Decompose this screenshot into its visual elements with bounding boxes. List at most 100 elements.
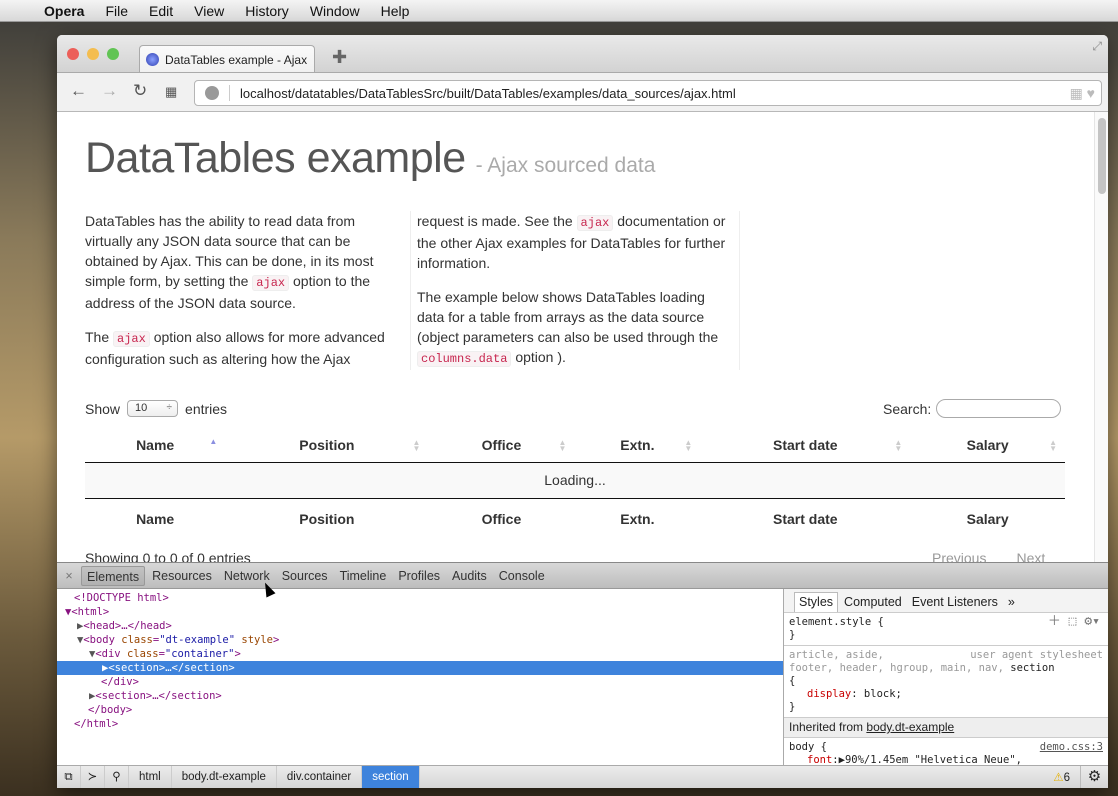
column-header-office[interactable]: Office ▲ ▼ [428, 429, 575, 463]
browser-tab[interactable]: DataTables example - Ajax [139, 45, 315, 73]
table-info: Showing 0 to 0 of 0 entries [85, 550, 251, 562]
sort-icon: ▲ ▼ [558, 438, 567, 453]
more-tabs-icon[interactable]: » [1004, 593, 1019, 612]
menu-window[interactable]: Window [310, 3, 360, 19]
mac-menubar: Opera File Edit View History Window Help [0, 0, 1118, 22]
search-control: Search: [883, 399, 1062, 418]
inherited-header: Inherited from body.dt-example [784, 718, 1108, 738]
bookmark-heart-icon[interactable]: ▦ ♥ [1070, 85, 1095, 102]
url-text: localhost/datatables/DataTablesSrc/built… [240, 85, 736, 101]
sort-icon: ▲ ▼ [684, 438, 693, 453]
breadcrumb-div[interactable]: div.container [277, 765, 363, 788]
breadcrumb-section[interactable]: section [362, 765, 420, 788]
menu-history[interactable]: History [245, 3, 289, 19]
page-scrollbar[interactable] [1094, 112, 1108, 562]
footer-office: Office [428, 497, 575, 539]
tab-profiles[interactable]: Profiles [393, 566, 445, 586]
warning-icon: ⚠ [1053, 772, 1064, 784]
next-button[interactable]: Next [1016, 550, 1045, 562]
footer-salary: Salary [910, 497, 1065, 539]
dom-tree: <!DOCTYPE html> ▼<html> ▶<head>…</head> … [57, 589, 783, 765]
forward-button[interactable]: → [101, 81, 118, 101]
breadcrumb-html[interactable]: html [129, 765, 172, 788]
code-ajax-link[interactable]: ajax [576, 215, 614, 231]
dom-node[interactable]: </body> [57, 703, 783, 717]
dom-node[interactable]: ▶<head>…</head> [57, 619, 783, 633]
back-button[interactable]: ← [70, 81, 87, 101]
sort-asc-icon: ▲ [209, 437, 218, 446]
tab-sources[interactable]: Sources [277, 566, 333, 586]
console-drawer-icon[interactable]: ≻ [81, 765, 105, 788]
browser-toolbar: ← → ↻ ▦ localhost/datatables/DataTablesS… [57, 72, 1108, 112]
paragraph: request is made. See the ajax documentat… [417, 213, 726, 271]
previous-button[interactable]: Previous [932, 550, 986, 562]
menu-app[interactable]: Opera [44, 3, 84, 19]
tab-timeline[interactable]: Timeline [335, 566, 392, 586]
page-content: DataTables example - Ajax sourced data Da… [57, 112, 1094, 562]
intro-column-2: request is made. See the ajax documentat… [410, 211, 740, 370]
tab-console[interactable]: Console [494, 566, 550, 586]
menu-view[interactable]: View [194, 3, 224, 19]
close-devtools-icon[interactable]: × [57, 569, 81, 583]
column-header-position[interactable]: Position ▲ ▼ [225, 429, 429, 463]
column-header-start-date[interactable]: Start date ▲ ▼ [700, 429, 911, 463]
dom-node-selected[interactable]: ▶<section>…</section> [57, 661, 783, 675]
page-subtitle: - Ajax sourced data [475, 154, 656, 177]
tab-event-listeners[interactable]: Event Listeners [908, 593, 1002, 612]
breadcrumb-body[interactable]: body.dt-example [172, 765, 277, 788]
column-header-extn[interactable]: Extn. ▲ ▼ [574, 429, 701, 463]
dom-node[interactable]: <!DOCTYPE html> [57, 591, 783, 605]
dom-node[interactable]: ▶<section>…</section> [57, 689, 783, 703]
paragraph: The example below shows DataTables loadi… [417, 289, 719, 367]
menu-edit[interactable]: Edit [149, 3, 173, 19]
new-tab-button[interactable]: ✚ [332, 47, 347, 68]
tab-bar: DataTables example - Ajax ✚ ⤢ [57, 35, 1108, 73]
length-control: Show10entries [85, 400, 227, 417]
tab-computed[interactable]: Computed [840, 593, 906, 612]
fullscreen-icon[interactable]: ⤢ [1092, 39, 1102, 54]
dock-icon[interactable]: ⧉ [57, 765, 81, 788]
menu-file[interactable]: File [105, 3, 128, 19]
element-style-rule[interactable]: element.style {} ＋ ⬚ ⚙▾ [784, 613, 1108, 646]
data-table: Name ▲ Position ▲ ▼ Office ▲ ▼ Extn. ▲ ▼ Start … [85, 429, 1065, 539]
reload-button[interactable]: ↻ [133, 81, 147, 101]
add-rule-icon[interactable]: ＋ ⬚ ⚙▾ [1048, 615, 1100, 628]
dom-node[interactable]: ▼<body class="dt-example" style> [57, 633, 783, 647]
styles-pane: Styles Computed Event Listeners » elemen… [783, 589, 1108, 766]
tab-audits[interactable]: Audits [447, 566, 492, 586]
dom-node[interactable]: </html> [57, 717, 783, 731]
menu-help[interactable]: Help [381, 3, 410, 19]
speed-dial-icon[interactable]: ▦ [165, 84, 177, 100]
browser-window: DataTables example - Ajax ✚ ⤢ ← → ↻ ▦ lo… [57, 35, 1108, 788]
dom-node[interactable]: ▼<html> [57, 605, 783, 619]
column-header-salary[interactable]: Salary ▲ ▼ [910, 429, 1065, 463]
tab-resources[interactable]: Resources [147, 566, 217, 586]
column-header-name[interactable]: Name ▲ [85, 429, 226, 463]
inspect-search-icon[interactable]: ⚲ [105, 765, 129, 788]
globe-icon [205, 86, 219, 100]
styles-tabs: Styles Computed Event Listeners » [784, 589, 1108, 613]
close-window-button[interactable] [67, 48, 79, 60]
minimize-window-button[interactable] [87, 48, 99, 60]
tab-elements[interactable]: Elements [81, 565, 146, 586]
paragraph: DataTables has the ability to read data … [85, 213, 374, 311]
dom-node[interactable]: </div> [57, 675, 783, 689]
tab-styles[interactable]: Styles [794, 592, 839, 612]
warnings-count[interactable]: ⚠6 [1053, 770, 1070, 784]
page-length-select[interactable]: 10 [127, 400, 179, 417]
footer-position: Position [225, 497, 429, 539]
devtools-statusbar: ⧉ ≻ ⚲ html body.dt-example div.container… [57, 765, 1108, 788]
loading-row: Loading... [85, 462, 1065, 498]
devtools: × Elements Resources Network Sources Tim… [57, 562, 1108, 788]
settings-gear-icon[interactable]: ⚙ [1080, 766, 1108, 788]
page-title: DataTables example - Ajax sourced data [85, 134, 656, 182]
dom-node[interactable]: ▼<div class="container"> [57, 647, 783, 661]
code-columns-data-link[interactable]: columns.data [417, 351, 512, 367]
footer-extn: Extn. [574, 497, 701, 539]
address-bar[interactable]: localhost/datatables/DataTablesSrc/built… [194, 80, 1102, 106]
inherited-link[interactable]: body.dt-example [866, 720, 954, 734]
intro-column-1: DataTables has the ability to read data … [85, 211, 403, 383]
source-link[interactable]: demo.css:3 [1040, 741, 1103, 754]
zoom-window-button[interactable] [107, 48, 119, 60]
search-input[interactable] [936, 399, 1062, 418]
